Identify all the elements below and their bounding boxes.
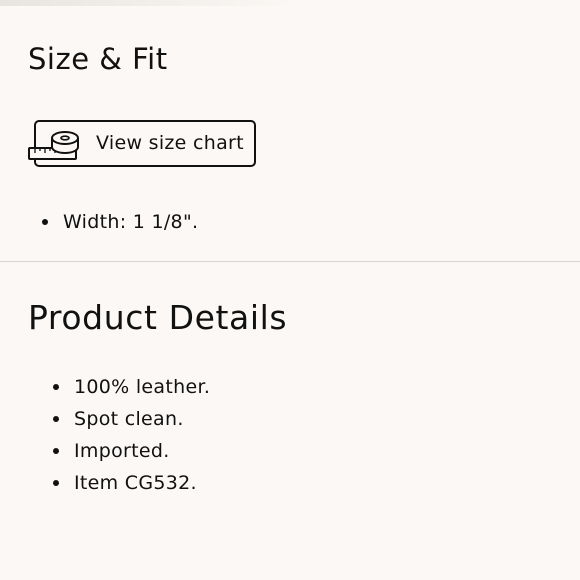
size-chart-button-label: View size chart [96,132,244,154]
section-divider [0,261,580,262]
list-item: Item CG532. [40,467,210,499]
top-edge-shadow [0,0,300,6]
product-details-title: Product Details [28,298,288,337]
size-spec-list: Width: 1 1/8". [28,206,198,238]
list-item: Imported. [40,435,210,467]
view-size-chart-button[interactable]: View size chart [28,120,256,167]
measuring-tape-icon [28,128,84,164]
product-details-list: 100% leather. Spot clean. Imported. Item… [40,371,210,499]
list-item: 100% leather. [40,371,210,403]
product-info-page: Size & Fit View size chart Width: 1 1/8"… [0,0,580,580]
list-item: Width: 1 1/8". [28,206,198,238]
size-fit-title: Size & Fit [28,42,168,76]
list-item: Spot clean. [40,403,210,435]
